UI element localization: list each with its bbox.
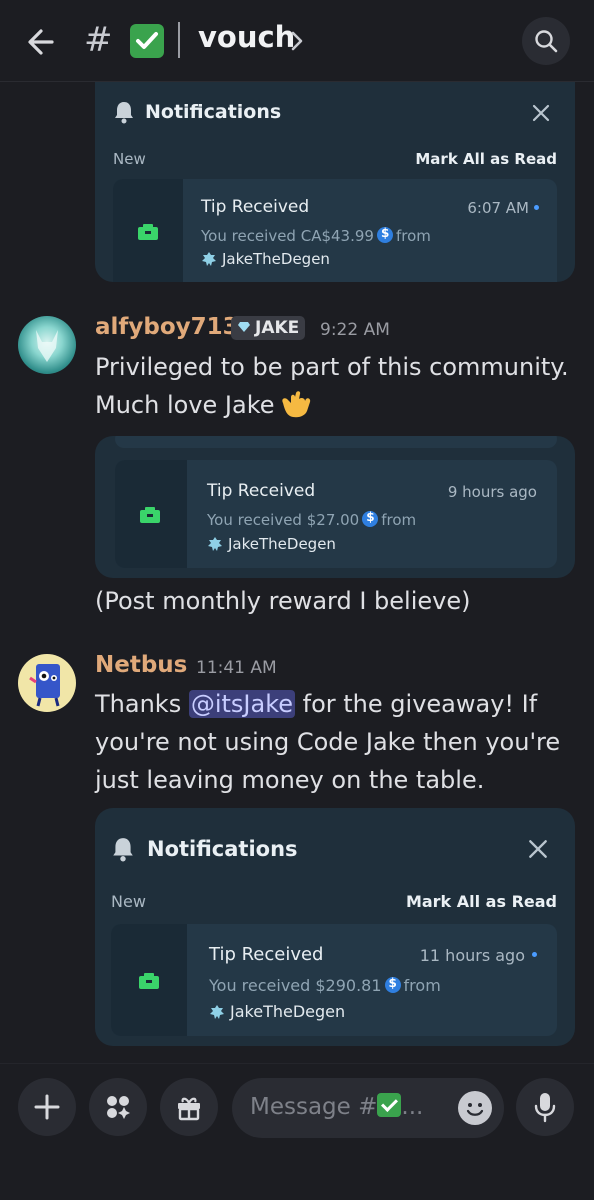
sender-badge-icon xyxy=(207,536,223,552)
message-text: Privileged to be part of this community.… xyxy=(95,348,575,424)
close-icon xyxy=(527,838,549,864)
tip-sender: JakeTheDegen xyxy=(201,250,330,268)
sender-badge-icon xyxy=(209,1004,225,1020)
sender-badge-icon xyxy=(201,251,217,267)
tip-embed[interactable]: Tip Received 9 hours ago You received $2… xyxy=(95,436,575,578)
icon-cell xyxy=(111,924,187,1036)
avatar[interactable] xyxy=(18,316,76,374)
sender-name: JakeTheDegen xyxy=(222,250,330,268)
gift-icon xyxy=(178,1097,200,1121)
tip-sender: JakeTheDegen xyxy=(207,535,336,553)
wallet-icon xyxy=(138,972,160,994)
followup-message-text: (Post monthly reward I believe) xyxy=(95,587,471,615)
role-tag-label: JAKE xyxy=(255,318,300,338)
item-above-cropped xyxy=(115,436,557,448)
tip-from-text: from xyxy=(381,511,417,529)
tip-body: You received $27.00 from xyxy=(207,510,417,529)
tip-amount-text: You received CA$43.99 xyxy=(201,227,374,245)
back-arrow-icon[interactable] xyxy=(22,22,62,62)
avatar[interactable] xyxy=(18,654,76,712)
unread-dot xyxy=(534,205,539,210)
plus-icon xyxy=(34,1094,60,1120)
message-text-part: Thanks xyxy=(95,690,189,718)
chevron-right-icon[interactable] xyxy=(290,30,304,56)
channel-name[interactable]: vouch xyxy=(198,20,295,54)
channel-separator xyxy=(178,22,180,58)
icon-cell xyxy=(115,460,187,568)
message-body: Privileged to be part of this community.… xyxy=(95,353,569,419)
username[interactable]: Netbus xyxy=(95,652,187,678)
notification-item: Tip Received 11 hours ago You received $… xyxy=(111,924,557,1036)
microphone-icon xyxy=(534,1093,556,1123)
tip-time: 6:07 AM xyxy=(467,199,529,217)
add-attachment-button[interactable] xyxy=(18,1078,76,1136)
tip-amount-text: You received $27.00 xyxy=(207,511,360,529)
apps-button[interactable] xyxy=(89,1078,147,1136)
new-label: New xyxy=(111,892,146,911)
smiley-icon xyxy=(466,1103,484,1116)
coin-icon xyxy=(376,226,393,243)
tip-title: Tip Received xyxy=(201,197,310,217)
username[interactable]: alfyboy713 xyxy=(95,314,239,340)
placeholder-text: Message # xyxy=(250,1094,378,1120)
message-input[interactable]: Message #... xyxy=(232,1078,504,1138)
apps-icon xyxy=(107,1096,130,1119)
tip-from-text: from xyxy=(403,976,441,995)
coin-icon xyxy=(384,976,401,993)
shaka-emoji-icon xyxy=(279,389,313,419)
search-icon xyxy=(535,30,558,53)
mark-all-read-label: Mark All as Read xyxy=(415,150,557,168)
message-timestamp: 9:22 AM xyxy=(320,320,390,340)
tip-body: You received CA$43.99 from xyxy=(201,226,431,245)
role-tag: JAKE xyxy=(231,316,306,340)
channel-hash-icon: # xyxy=(84,20,113,60)
gift-button[interactable] xyxy=(160,1078,218,1136)
wallet-icon xyxy=(139,506,161,528)
message-placeholder: Message #... xyxy=(250,1093,423,1120)
voice-message-button[interactable] xyxy=(516,1078,574,1136)
icon-cell xyxy=(113,179,183,282)
tip-sender: JakeTheDegen xyxy=(209,1002,345,1021)
tip-title: Tip Received xyxy=(209,944,324,965)
sender-name: JakeTheDegen xyxy=(230,1002,346,1021)
tip-from-text: from xyxy=(395,227,431,245)
gem-icon xyxy=(237,318,251,332)
tip-time: 11 hours ago xyxy=(419,946,525,965)
notification-item: Tip Received 9 hours ago You received $2… xyxy=(115,460,557,568)
tip-body: You received $290.81 from xyxy=(209,976,441,995)
emoji-picker-button[interactable] xyxy=(458,1091,492,1125)
sender-name: JakeTheDegen xyxy=(228,535,336,553)
tip-title: Tip Received xyxy=(207,481,316,501)
notifications-title: Notifications xyxy=(147,837,298,861)
message-timestamp: 11:41 AM xyxy=(196,658,277,678)
wallet-icon xyxy=(137,223,159,245)
bell-icon xyxy=(111,836,135,866)
placeholder-ellipsis: ... xyxy=(401,1094,424,1120)
tip-amount-text: You received $290.81 xyxy=(209,976,382,995)
message-text: Thanks @itsJake for the giveaway! If you… xyxy=(95,685,575,799)
check-emoji-icon xyxy=(377,1093,402,1117)
message-composer: Message #... xyxy=(0,1063,594,1200)
coin-icon xyxy=(362,510,379,527)
bell-icon xyxy=(113,100,135,128)
notifications-title: Notifications xyxy=(145,101,282,123)
channel-header: # vouch xyxy=(0,0,594,82)
mark-all-read-label: Mark All as Read xyxy=(405,892,557,911)
notification-embed[interactable]: Notifications New Mark All as Read Tip R… xyxy=(95,808,575,1046)
notification-item: Tip Received 6:07 AM You received CA$43.… xyxy=(113,179,557,282)
search-button[interactable] xyxy=(522,17,570,65)
check-emoji-icon xyxy=(130,24,164,58)
tip-time: 9 hours ago xyxy=(447,483,537,501)
unread-dot xyxy=(532,952,537,957)
close-icon xyxy=(531,103,551,127)
new-label: New xyxy=(113,150,146,168)
notification-embed-top[interactable]: Notifications New Mark All as Read Tip R… xyxy=(95,82,575,282)
user-mention[interactable]: @itsJake xyxy=(188,690,296,718)
